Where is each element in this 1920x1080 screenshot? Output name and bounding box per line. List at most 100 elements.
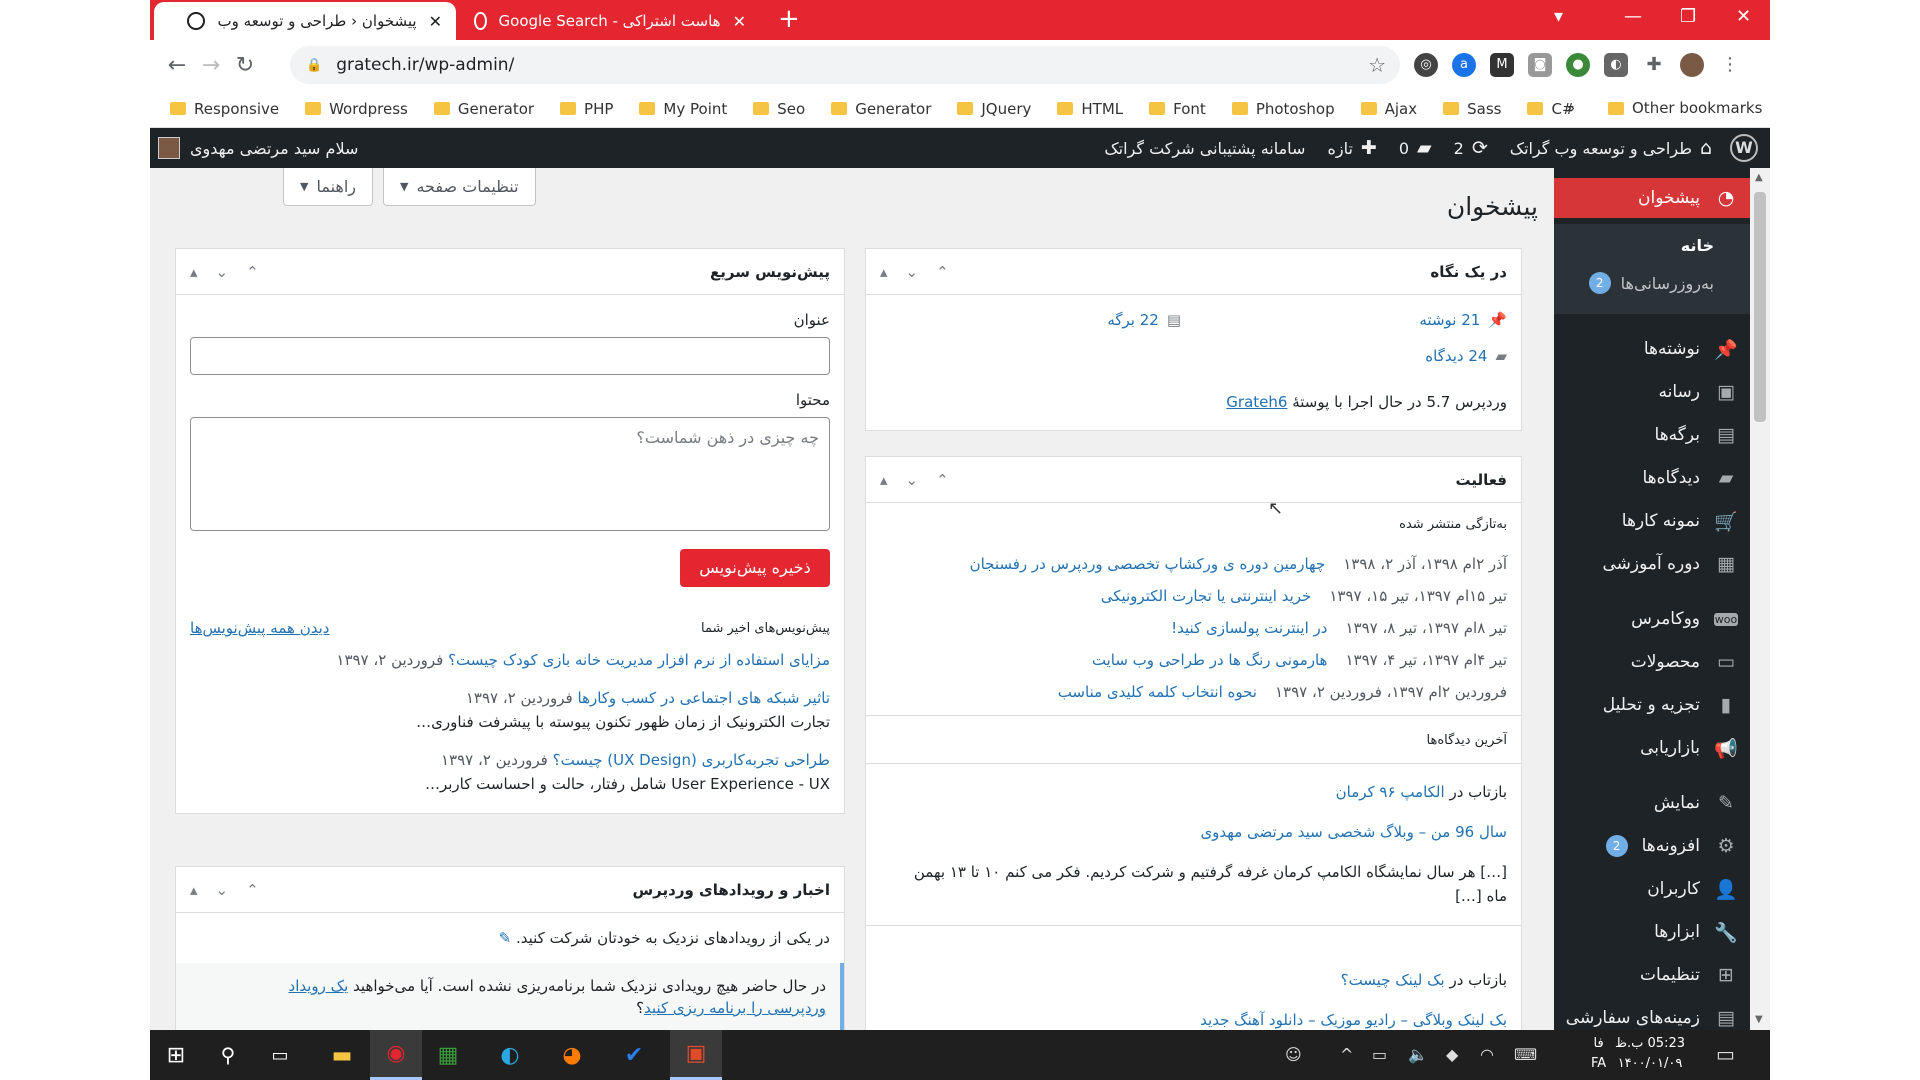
comment-post-link[interactable]: بک لینک چیست؟ [1341, 971, 1445, 989]
address-bar[interactable]: 🔒 gratech.ir/wp-admin/ ☆ [290, 46, 1400, 84]
menu-item[interactable]: ▦ دوره آموزشی [1554, 544, 1750, 584]
menu-item[interactable]: ▣ رسانه [1554, 372, 1750, 412]
chevron-up-icon[interactable]: ^ [1340, 1045, 1353, 1064]
menu-item[interactable]: ⚙ افزونه‌ها 2 [1554, 826, 1750, 866]
scroll-down-icon[interactable]: ▼ [1755, 1014, 1763, 1025]
star-icon[interactable]: ☆ [1368, 53, 1386, 77]
bookmark-folder[interactable]: HTML [1057, 100, 1123, 118]
bookmarks-more-button[interactable]: » [1566, 99, 1575, 117]
menu-icon[interactable]: ⋮ [1718, 53, 1742, 77]
people-icon[interactable]: ☺ [1285, 1045, 1302, 1064]
close-tab-icon[interactable]: ✕ [733, 12, 746, 31]
bookmark-folder[interactable]: My Point [639, 100, 727, 118]
menu-item[interactable]: ▤ زمینه‌های سفارشی [1554, 998, 1750, 1030]
comment-post-link[interactable]: الکامپ ۹۶ کرمان [1336, 783, 1445, 801]
adminbar-support[interactable]: سامانه پشتیبانی شرکت گراتک [1104, 139, 1305, 158]
post-link[interactable]: هارمونی رنگ ها در طراحی وب سایت [1092, 651, 1328, 669]
adminbar-comments[interactable]: ▰ 0 [1399, 137, 1432, 159]
extension-icon[interactable]: ◎ [1414, 53, 1438, 77]
post-link[interactable]: نحوه انتخاب کلمه کلیدی مناسب [1058, 683, 1257, 701]
search-icon[interactable]: ⚲ [202, 1030, 254, 1080]
post-link[interactable]: چهارمین دوره ی ورکشاپ تخصصی وردپرس در رف… [970, 555, 1326, 573]
todo-icon[interactable]: ✔ [608, 1030, 660, 1080]
reload-icon[interactable]: ↻ [228, 53, 262, 78]
collapse-icon[interactable]: ⌃ [936, 471, 949, 489]
menu-item[interactable]: ▤ برگه‌ها [1554, 415, 1750, 455]
move-down-icon[interactable]: ⌄ [216, 263, 229, 281]
draft-link[interactable]: طراحی تجربه‌کاربری (UX Design) چیست؟ [553, 751, 830, 769]
submenu-home[interactable]: خانه [1681, 236, 1714, 255]
bookmark-folder[interactable]: Generator [831, 100, 931, 118]
collapse-icon[interactable]: ⌃ [246, 263, 259, 281]
app-icon[interactable]: ▦ [422, 1030, 474, 1080]
menu-item[interactable]: 📌 نوشته‌ها [1554, 329, 1750, 369]
powerpoint-icon[interactable]: ▣ [670, 1030, 722, 1080]
collapse-icon[interactable]: ⌃ [936, 263, 949, 281]
back-icon[interactable]: ← [160, 53, 194, 78]
extension-icon[interactable]: M [1490, 53, 1514, 77]
post-link[interactable]: خرید اینترنتی یا تجارت الکترونیکی [1101, 587, 1312, 605]
edge-icon[interactable]: ◐ [484, 1030, 536, 1080]
help-button[interactable]: راهنما ▼ [283, 168, 374, 206]
glance-posts[interactable]: 📌 21 نوشته [1419, 311, 1507, 329]
notification-icon[interactable]: ▭ [1716, 1042, 1735, 1066]
pencil-icon[interactable]: ✎ [499, 929, 512, 947]
bookmark-folder[interactable]: Ajax [1360, 100, 1417, 118]
tab-dashboard[interactable]: ✕ پیشخوان ‹ طراحی و توسعه وب گراتک [154, 2, 456, 40]
move-down-icon[interactable]: ⌄ [906, 263, 919, 281]
comment-author-link[interactable]: بک لینک وبلاگی – رادیو موزیک – دانلود آه… [1200, 1011, 1507, 1029]
battery-icon[interactable]: ▭ [1372, 1045, 1387, 1064]
view-all-drafts-link[interactable]: دیدن همه پیش‌نویس‌ها [190, 619, 329, 637]
puzzle-icon[interactable]: ✚ [1642, 53, 1666, 77]
theme-link[interactable]: Grateh6 [1226, 393, 1287, 411]
dropbox-icon[interactable]: ◆ [1446, 1045, 1458, 1064]
tab-google-search[interactable]: ✕ هاست اشتراکی - Google Search [460, 2, 760, 40]
close-tab-icon[interactable]: ✕ [429, 12, 442, 31]
collapse-icon[interactable]: ⌃ [246, 881, 259, 899]
minimize-icon[interactable]: — [1624, 6, 1642, 27]
avatar[interactable] [1680, 53, 1704, 77]
menu-item[interactable]: ⊞ تنظیمات [1554, 955, 1750, 995]
chrome-icon[interactable]: ◉ [370, 1030, 422, 1080]
menu-item[interactable]: ▭ محصولات [1554, 642, 1750, 682]
bookmark-folder[interactable]: Responsive [170, 100, 279, 118]
move-up-icon[interactable]: ▴ [880, 263, 888, 281]
draft-link[interactable]: تاثیر شبکه های اجتماعی در کسب وکارها [578, 689, 831, 707]
bookmark-folder[interactable]: Font [1149, 100, 1206, 118]
move-up-icon[interactable]: ▴ [880, 471, 888, 489]
events-link[interactable]: وردپرسی را برنامه ریزی کنید [644, 999, 826, 1017]
page-scrollbar[interactable]: ▲ ▼ [1750, 168, 1770, 1030]
glance-comments[interactable]: ▰ 24 دیدگاه [1425, 347, 1507, 365]
draft-content-textarea[interactable]: چه چیزی در ذهن شماست؟ [190, 417, 830, 531]
language-indicator[interactable]: فا FA [1591, 1034, 1606, 1074]
file-explorer-icon[interactable]: ▬ [316, 1030, 368, 1080]
move-up-icon[interactable]: ▴ [190, 263, 198, 281]
menu-item[interactable]: ▮ تجزیه و تحلیل [1554, 685, 1750, 725]
new-tab-icon[interactable]: + [778, 4, 800, 34]
draft-title-input[interactable] [190, 337, 830, 375]
menu-item[interactable]: ▰ دیدگاه‌ها [1554, 458, 1750, 498]
events-link[interactable]: یک رویداد [289, 977, 349, 995]
tab-search-icon[interactable]: ▾ [1554, 6, 1563, 27]
adminbar-new[interactable]: ✚ تازه [1327, 137, 1376, 159]
extension-icon[interactable]: ◐ [1604, 53, 1628, 77]
bookmark-folder[interactable]: PHP [560, 100, 613, 118]
adminbar-site[interactable]: ⌂ طراحی و توسعه وب گراتک [1510, 137, 1712, 159]
bookmark-folder[interactable]: Generator [433, 100, 534, 118]
volume-icon[interactable]: 🔈 [1408, 1045, 1428, 1064]
draft-link[interactable]: مزایای استفاده از نرم افزار مدیریت خانه … [448, 651, 830, 669]
submenu-updates[interactable]: به‌روزرسانی‌ها 2 [1588, 272, 1714, 294]
adminbar-account[interactable]: سلام سید مرتضی مهدوی [158, 128, 358, 168]
clock[interactable]: 05:23 ب.ظ ۱۴۰۰/۰۱/۰۹ [1615, 1034, 1685, 1074]
menu-item[interactable]: 📢 بازاریابی [1554, 728, 1750, 768]
menu-item[interactable]: 🔧 ابزارها [1554, 912, 1750, 952]
camera-icon[interactable]: ◙ [1528, 53, 1552, 77]
screen-options-button[interactable]: تنظیمات صفحه ▼ [383, 168, 536, 206]
comment-author-link[interactable]: سال 96 من – وبلاگ شخصی سید مرتضی مهدوی [1200, 823, 1507, 841]
move-up-icon[interactable]: ▴ [190, 881, 198, 899]
keyboard-icon[interactable]: ⌨ [1514, 1045, 1537, 1064]
save-draft-button[interactable]: ذخیره پیش‌نویس [680, 549, 830, 587]
task-view-icon[interactable]: ▭ [254, 1030, 306, 1080]
firefox-icon[interactable]: ◕ [546, 1030, 598, 1080]
bookmark-folder[interactable]: JQuery [957, 100, 1031, 118]
